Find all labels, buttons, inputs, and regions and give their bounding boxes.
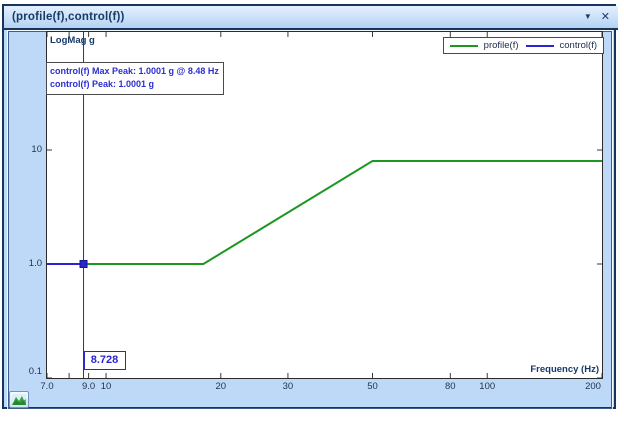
x-tick-label: 20	[216, 381, 227, 392]
peak-annotation-box: control(f) Max Peak: 1.0001 g @ 8.48 Hz …	[46, 62, 224, 95]
x-tick-label: 30	[283, 381, 294, 392]
legend-item[interactable]: control(f)	[526, 40, 597, 51]
x-axis-title: Frequency (Hz)	[530, 364, 599, 375]
legend-line-sample	[450, 45, 478, 47]
legend-label: profile(f)	[484, 40, 519, 51]
annotation-line-max-peak: control(f) Max Peak: 1.0001 g @ 8.48 Hz	[50, 65, 219, 78]
y-tick-label: 10	[8, 144, 42, 155]
titlebar-controls: ▼ ✕	[584, 6, 610, 28]
x-tick-label: 100	[479, 381, 495, 392]
x-tick-label: 7.0	[40, 381, 53, 392]
window-title: (profile(f),control(f))	[4, 11, 125, 23]
y-tick-label: 0.1	[8, 366, 42, 377]
close-icon[interactable]: ✕	[601, 12, 610, 23]
cursor-readout[interactable]: 8.728	[84, 351, 126, 370]
chart-thumbnail-button[interactable]	[9, 391, 29, 408]
x-tick-label: 80	[445, 381, 456, 392]
x-tick-label: 9.0	[82, 381, 95, 392]
x-tick-label: 50	[367, 381, 378, 392]
window-titlebar[interactable]: (profile(f),control(f)) ▼ ✕	[4, 6, 618, 30]
x-tick-label: 200	[585, 381, 601, 392]
y-tick-label: 1.0	[8, 258, 42, 269]
legend-item[interactable]: profile(f)	[450, 40, 519, 51]
x-tick-label: 10	[101, 381, 112, 392]
y-axis-title: LogMag g	[50, 35, 95, 46]
app-screenshot: (profile(f),control(f)) ▼ ✕ LogMag g con…	[0, 0, 624, 421]
legend-line-sample	[526, 45, 554, 47]
legend-label: control(f)	[560, 40, 597, 51]
annotation-line-peak: control(f) Peak: 1.0001 g	[50, 78, 219, 91]
area-chart-icon	[12, 394, 26, 405]
dropdown-icon[interactable]: ▼	[584, 13, 592, 21]
legend: profile(f) control(f)	[443, 37, 604, 54]
